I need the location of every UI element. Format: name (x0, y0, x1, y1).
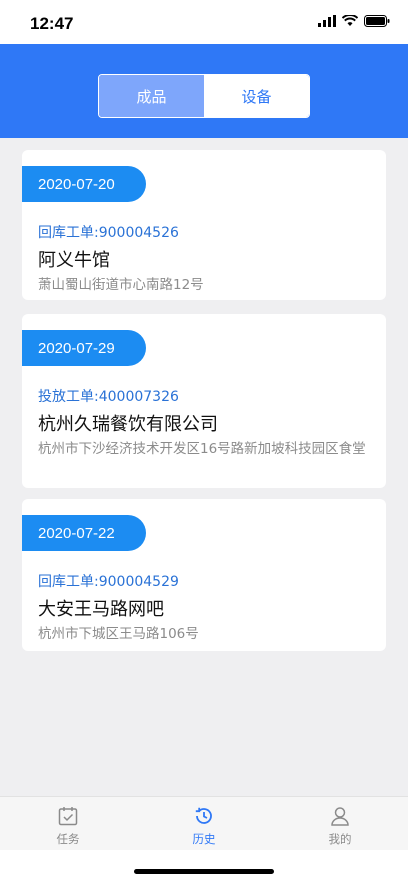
record-card[interactable]: 2020-07-22 回库工单:900004529 大安王马路网吧 杭州市下城区… (22, 499, 386, 651)
date-badge: 2020-07-22 (22, 515, 146, 551)
segment-control: 成品 设备 (98, 74, 310, 118)
profile-icon (331, 807, 349, 826)
header: 成品 设备 (0, 44, 408, 138)
customer-address: 萧山蜀山街道市心南路12号 (38, 277, 204, 293)
wifi-icon (342, 15, 358, 26)
tabbar-label-history: 历史 (192, 832, 216, 846)
history-icon (195, 807, 212, 824)
home-area (0, 850, 408, 883)
status-time: 12:47 (30, 14, 74, 33)
customer-name: 阿义牛馆 (38, 250, 110, 271)
task-icon (58, 807, 78, 826)
signal-icon (318, 15, 336, 27)
customer-name: 杭州久瑞餐饮有限公司 (38, 414, 218, 435)
home-indicator[interactable] (134, 869, 274, 874)
customer-name: 大安王马路网吧 (38, 599, 164, 620)
date-badge: 2020-07-29 (22, 330, 146, 366)
tabbar-item-profile[interactable]: 我的 (272, 797, 408, 850)
tabbar-item-history[interactable]: 历史 (136, 797, 272, 850)
order-number: 回库工单:900004526 (38, 225, 179, 241)
status-icons (318, 15, 390, 27)
customer-address: 杭州市下城区王马路106号 (38, 626, 199, 642)
battery-icon (364, 15, 390, 27)
date-badge: 2020-07-20 (22, 166, 146, 202)
status-bar: 12:47 (0, 0, 408, 44)
tabbar-label-profile: 我的 (328, 832, 352, 846)
tabbar-label-task: 任务 (56, 832, 80, 846)
bottom-tab-bar: 任务 历史 我的 (0, 796, 408, 850)
tab-finished-goods[interactable]: 成品 (99, 75, 204, 117)
order-number: 回库工单:900004529 (38, 574, 179, 590)
tabbar-item-task[interactable]: 任务 (0, 797, 136, 850)
order-number: 投放工单:400007326 (38, 389, 179, 405)
record-card[interactable]: 2020-07-29 投放工单:400007326 杭州久瑞餐饮有限公司 杭州市… (22, 314, 386, 488)
record-card[interactable]: 2020-07-20 回库工单:900004526 阿义牛馆 萧山蜀山街道市心南… (22, 150, 386, 300)
tab-equipment[interactable]: 设备 (204, 75, 309, 117)
customer-address: 杭州市下沙经济技术开发区16号路新加坡科技园区食堂 (38, 441, 366, 457)
